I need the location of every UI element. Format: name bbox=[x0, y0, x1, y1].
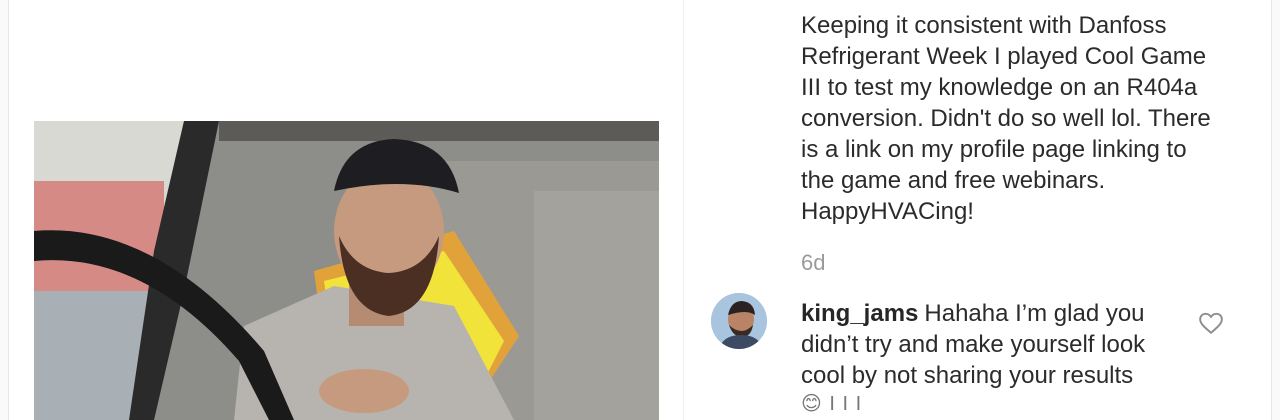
post-caption: Keeping it consistent with Danfoss Refri… bbox=[801, 12, 1211, 225]
comment-username[interactable]: king_jams bbox=[801, 300, 918, 327]
video-frame-illustration bbox=[34, 121, 659, 420]
post-details-panel: Keeping it consistent with Danfoss Refri… bbox=[685, 0, 1271, 420]
post-timestamp[interactable]: 6d bbox=[801, 250, 825, 276]
comment-item: king_jams Hahaha I’m glad you didn’t try … bbox=[711, 293, 1223, 420]
comment-emoji-line: 😊 I I I bbox=[801, 393, 863, 415]
instagram-post: Keeping it consistent with Danfoss Refri… bbox=[8, 0, 1272, 420]
avatar-icon bbox=[711, 293, 767, 349]
heart-icon[interactable] bbox=[1198, 310, 1224, 336]
post-video[interactable] bbox=[34, 121, 659, 420]
post-media-panel bbox=[9, 0, 684, 420]
comment-text: king_jams Hahaha I’m glad you didn’t try … bbox=[801, 298, 1181, 391]
user-avatar[interactable] bbox=[711, 293, 767, 349]
